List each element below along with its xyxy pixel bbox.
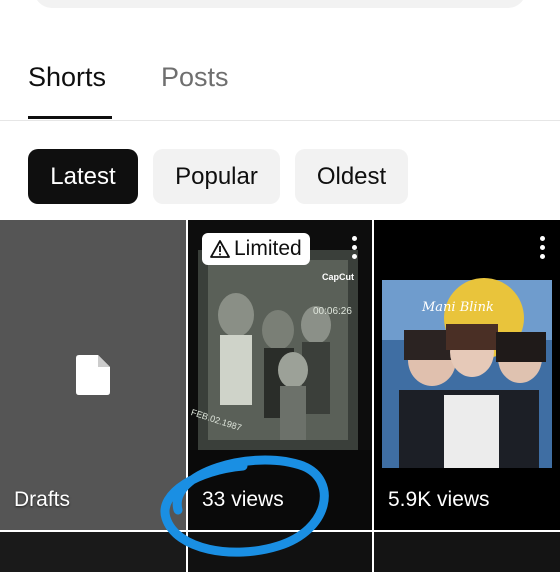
overlay-title: Mani Blink: [422, 300, 494, 315]
tab-posts[interactable]: Posts: [161, 62, 229, 93]
shorts-item-row2-1[interactable]: [0, 532, 186, 572]
shorts-item-limited[interactable]: CapCut 00:06:26 FEB.02.1987 Limited 33 v…: [188, 220, 372, 530]
views-count: 5.9K views: [388, 488, 490, 511]
content-tabs: Shorts Posts: [0, 52, 560, 122]
filter-chip-popular[interactable]: Popular: [153, 149, 280, 204]
filter-chip-latest[interactable]: Latest: [28, 149, 138, 204]
drafts-label: Drafts: [14, 488, 71, 511]
more-vertical-icon[interactable]: [538, 236, 546, 260]
limited-badge: Limited: [202, 233, 310, 265]
warning-triangle-icon: [210, 240, 230, 258]
overlay-time-text: 00:06:26: [313, 306, 352, 317]
video-thumbnail: [374, 220, 560, 530]
limited-badge-label: Limited: [234, 237, 302, 260]
shorts-item-drafts[interactable]: Drafts: [0, 220, 186, 530]
capcut-watermark: CapCut: [322, 272, 354, 282]
more-vertical-icon[interactable]: [350, 236, 358, 260]
video-thumbnail: [188, 220, 372, 530]
tabs-divider: [0, 120, 560, 121]
filter-chip-oldest[interactable]: Oldest: [295, 149, 408, 204]
search-bar[interactable]: [34, 0, 526, 8]
shorts-grid: Drafts CapCut 00:06:26 FEB.02.1987 Limit…: [0, 220, 560, 572]
active-tab-indicator: [28, 116, 112, 119]
shorts-item-row2-2[interactable]: [188, 532, 372, 572]
shorts-item-row2-3[interactable]: [374, 532, 560, 572]
views-count: 33 views: [202, 488, 284, 511]
tab-shorts[interactable]: Shorts: [28, 62, 106, 93]
document-icon: [76, 355, 110, 395]
shorts-item-blackpink[interactable]: Mani Blink 5.9K views: [374, 220, 560, 530]
